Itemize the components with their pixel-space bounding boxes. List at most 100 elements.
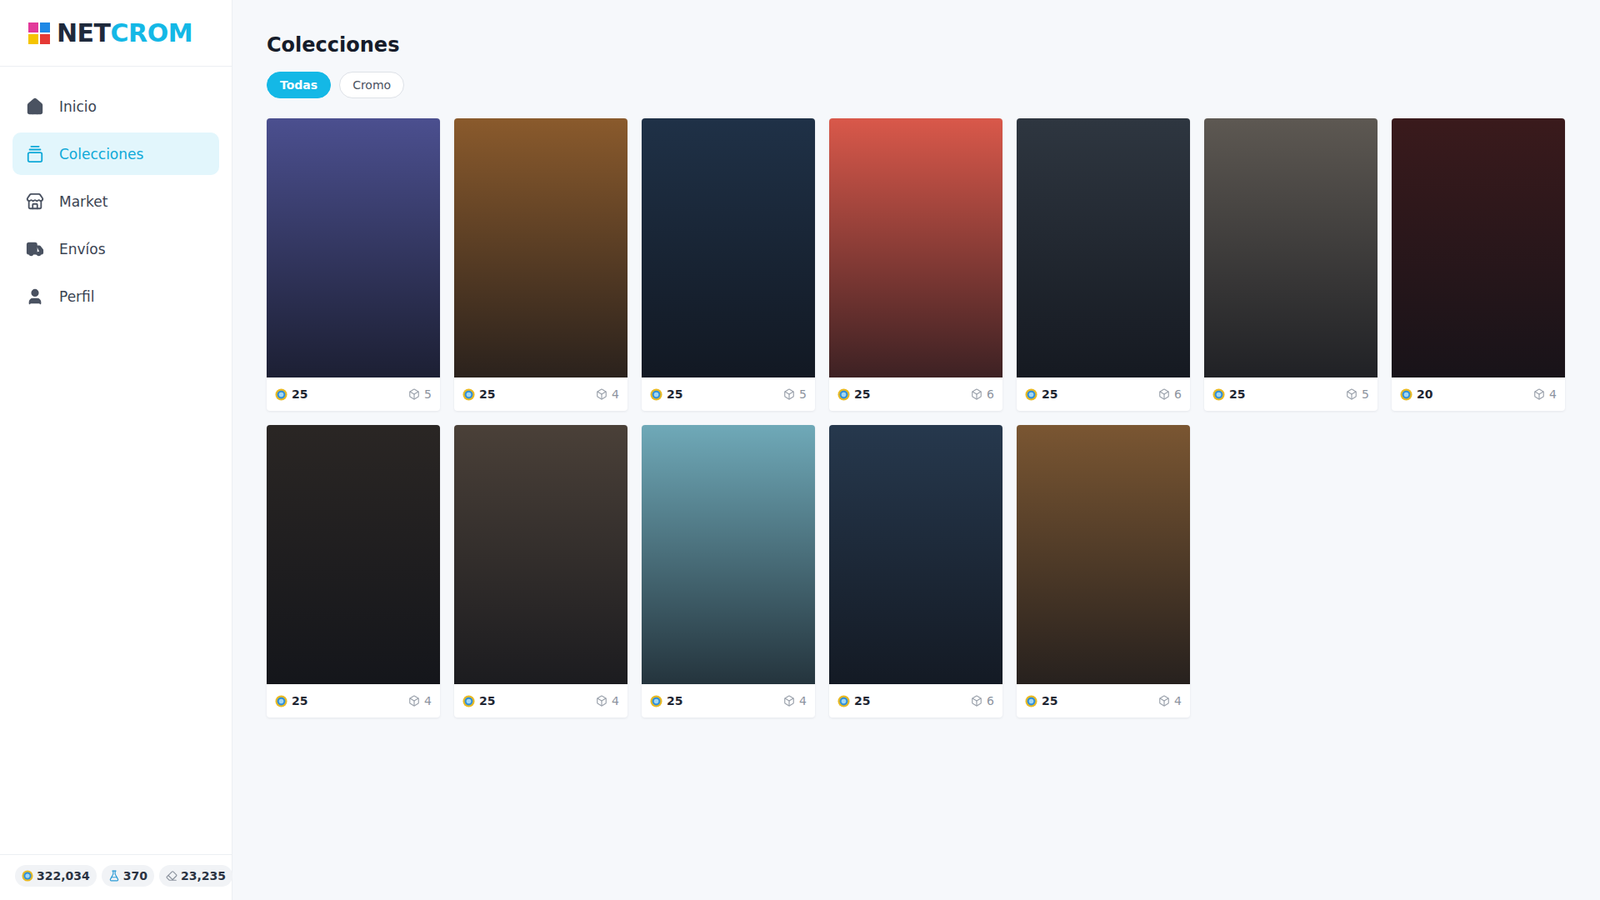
balance-pill: 370 [101, 865, 155, 887]
collection-card[interactable]: 25 6 [829, 425, 1003, 718]
user-icon [25, 287, 45, 306]
collection-price: 25 [275, 387, 308, 401]
collection-count: 6 [1158, 387, 1182, 401]
collection-price: 25 [837, 694, 870, 708]
collection-card[interactable]: 25 4 [1016, 425, 1190, 718]
collection-price: 25 [462, 387, 495, 401]
collection-card[interactable]: 25 6 [829, 118, 1003, 411]
cube-icon [783, 695, 795, 707]
card-footer: 25 6 [829, 377, 1003, 411]
sidebar-item[interactable]: Market [12, 180, 220, 223]
collection-cover [641, 118, 815, 378]
collection-card[interactable]: 254 [266, 425, 440, 718]
collection-cover [1016, 118, 1190, 378]
bottle-icon [108, 870, 120, 882]
collection-count: 4 [783, 694, 807, 708]
collection-price: 25 [275, 694, 308, 708]
coin-icon [275, 695, 288, 708]
sidebar-nav: InicioColecciones MarketEnvíos Perfil [0, 66, 232, 855]
collection-count: 4 [1158, 694, 1182, 708]
main-content: ColeccionesTodasCromo2552542552562562552… [232, 0, 1600, 900]
collection-cover [1204, 118, 1378, 378]
card-footer: 25 4 [454, 684, 628, 718]
logo-text: NETCROM [56, 18, 193, 48]
cube-icon [1158, 388, 1170, 400]
card-footer: 25 4 [1016, 684, 1190, 718]
collection-price: 25 [650, 387, 683, 401]
coin-icon [1212, 388, 1225, 401]
collection-cover [641, 425, 815, 685]
logo[interactable]: NETCROM [0, 0, 232, 67]
coin-icon [462, 388, 475, 401]
collection-count: 6 [970, 387, 995, 401]
cube-icon [970, 388, 983, 400]
coin-icon [650, 388, 663, 401]
collection-card[interactable]: 204 [1391, 118, 1565, 411]
collection-price: 25 [1025, 694, 1058, 708]
card-footer: 25 5 [1204, 377, 1378, 411]
card-footer: 25 6 [1016, 377, 1190, 411]
cube-icon [783, 388, 795, 400]
collection-price: 25 [1212, 387, 1245, 401]
filter-chip[interactable]: Cromo [339, 71, 405, 99]
coin-icon [1025, 695, 1038, 708]
collection-price: 25 [837, 387, 870, 401]
cube-icon [408, 695, 420, 707]
coin-icon [21, 870, 34, 882]
collection-cover [1391, 118, 1565, 378]
filter-bar: Todas Cromo [266, 71, 1566, 99]
collection-count: 5 [1345, 387, 1370, 401]
balance-pill: 23,235 [159, 865, 233, 887]
collection-cover [454, 118, 628, 378]
cube-icon [1533, 388, 1545, 400]
logo-icon [28, 22, 50, 45]
cube-icon [970, 695, 983, 707]
collection-price: 25 [462, 694, 495, 708]
collection-cover [454, 425, 628, 685]
card-footer: 204 [1391, 377, 1565, 411]
cube-icon [1158, 695, 1170, 707]
collection-card[interactable]: 25 5 [266, 118, 440, 411]
coin-icon [837, 388, 850, 401]
eraser-icon [165, 870, 178, 882]
store-icon [25, 192, 45, 211]
app: NETCROMInicioColeccionesMarketEnvíosPerf… [0, 0, 1600, 900]
coin-icon [275, 388, 288, 401]
page-title: Colecciones [266, 33, 1566, 57]
collection-price: 25 [1025, 387, 1058, 401]
collection-price: 25 [650, 694, 683, 708]
coin-icon [650, 695, 663, 708]
collection-card[interactable]: 25 6 [1016, 118, 1190, 411]
collection-count: 4 [595, 387, 620, 401]
collection-price: 20 [1400, 387, 1433, 401]
cube-icon [408, 388, 420, 400]
card-footer: 25 5 [641, 377, 815, 411]
card-footer: 25 6 [829, 684, 1003, 718]
collection-count: 6 [970, 694, 995, 708]
collection-cover [266, 118, 440, 378]
sidebar-item[interactable]: Inicio [12, 85, 220, 128]
sidebar: NETCROM InicioColecciones MarketEnvíos Perf… [0, 0, 233, 900]
status-bar: 322,03437023,235 [0, 854, 232, 900]
cube-icon [595, 388, 608, 400]
collection-card[interactable]: 25 5 [641, 118, 815, 411]
coin-icon [1400, 388, 1413, 401]
card-footer: 254 [266, 684, 440, 718]
collection-card[interactable]: 25 5 [1204, 118, 1378, 411]
collection-card[interactable]: 25 4 [641, 425, 815, 718]
collection-card[interactable]: 25 4 [454, 425, 628, 718]
filter-chip[interactable]: Todas [266, 71, 331, 99]
card-footer: 25 5 [266, 377, 440, 411]
balance-pill: 322,034 [15, 865, 97, 887]
coin-icon [837, 695, 850, 708]
cube-icon [595, 695, 608, 707]
collection-count: 5 [408, 387, 432, 401]
sidebar-item[interactable]: Colecciones [12, 132, 220, 175]
sidebar-item[interactable]: Perfil [12, 275, 220, 318]
collection-count: 4 [595, 694, 620, 708]
card-footer: 25 4 [641, 684, 815, 718]
sidebar-item[interactable]: Envíos [12, 227, 220, 270]
collection-count: 5 [783, 387, 807, 401]
home-icon [25, 97, 45, 116]
collection-card[interactable]: 25 4 [454, 118, 628, 411]
